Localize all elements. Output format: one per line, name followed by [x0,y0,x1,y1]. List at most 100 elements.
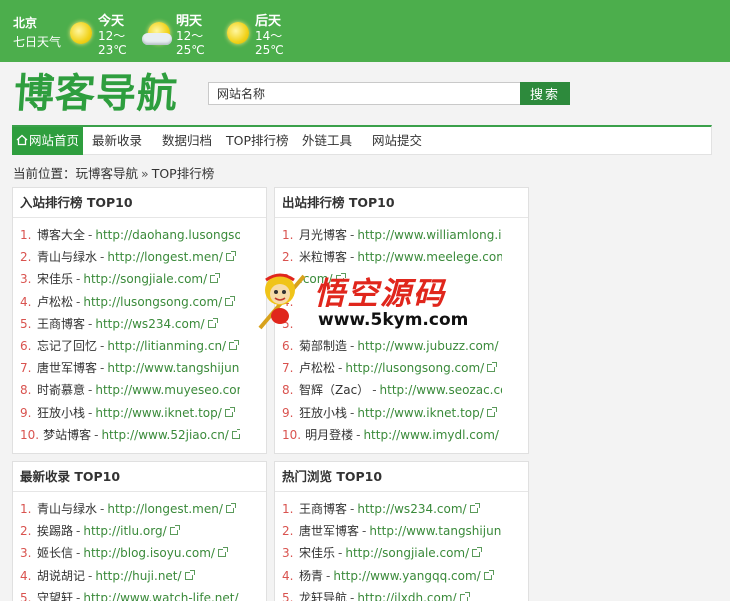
external-link-icon[interactable] [486,406,497,417]
external-link-icon[interactable] [483,569,494,580]
site-name-link[interactable]: 青山与绿水 [37,250,97,264]
site-url-link[interactable]: http://lusongsong.com/ [345,361,484,375]
watermark-site: www.5kym.com [318,310,469,330]
site-url-link[interactable]: http://www.iknet.top/ [95,406,221,420]
site-name-link[interactable]: 明月登楼 [305,428,353,442]
site-url-link[interactable]: http://www.52jiao.cn/ [101,428,228,442]
nav-home[interactable]: 网站首页 [12,127,84,155]
site-name-link[interactable]: 姬长信 [37,546,73,560]
site-name-link[interactable]: 杨青 [299,569,323,583]
site-url-link[interactable]: http://ilxdh.com/ [357,591,456,601]
site-url-link[interactable]: http://songjiale.com/ [83,272,207,286]
list-item: 5. 守望轩 - http://www.watch-life.net/ [20,587,240,601]
external-link-icon[interactable] [487,362,498,373]
site-name-link[interactable]: 狂放小栈 [299,406,347,420]
site-name-link[interactable]: 龙轩导航 [299,591,347,601]
site-name-link[interactable]: 守望轩 [37,591,73,601]
site-name-link[interactable]: 胡说胡记 [37,569,85,583]
site-url-link[interactable]: http://daohang.lusongsong.com/ [95,228,240,242]
site-url-link[interactable]: http://www.seozac.com/ [380,383,502,397]
breadcrumb-home[interactable]: 玩博客导航 [76,166,139,181]
site-url-link[interactable]: http://www.watch-life.net/ [83,591,238,601]
site-url-link[interactable]: http://blog.isoyu.com/ [83,546,215,560]
list-item: 4. 杨青 - http://www.yangqq.com/ [282,565,502,587]
nav-latest[interactable]: 最新收录 [92,127,142,155]
site-name-link[interactable]: 时嵛慕意 [37,383,85,397]
site-url-link[interactable]: http://www.imydl.com/ [363,428,498,442]
site-name-link[interactable]: 青山与绿水 [37,502,97,516]
site-name-link[interactable]: 梦站博客 [43,428,91,442]
site-url-link[interactable]: http://www.williamlong.info/ [357,228,502,242]
site-url-link[interactable]: http://ws234.com/ [357,502,466,516]
nav-top-rank[interactable]: TOP排行榜 [226,127,289,155]
external-link-icon[interactable] [184,569,195,580]
site-name-link[interactable]: 挨踢路 [37,524,73,538]
site-name-link[interactable]: 唐世军博客 [37,361,97,375]
site-name-link[interactable]: 狂放小栈 [37,406,85,420]
external-link-icon[interactable] [217,547,228,558]
site-name-link[interactable]: 宋佳乐 [299,546,335,560]
site-url-link[interactable]: http://longest.men/ [107,502,223,516]
rank-number: 6. [20,338,32,353]
site-url-link[interactable]: http://www.muyeseo.com/ [95,383,240,397]
weather-day-label: 后天 [255,14,282,29]
site-name-link[interactable]: 智辉（Zac） [299,383,369,397]
search-input[interactable] [208,82,521,105]
site-name-link[interactable]: 月光博客 [299,228,347,242]
site-name-link[interactable]: 博客大全 [37,228,85,242]
site-url-link[interactable]: http://lusongsong.com/ [83,295,222,309]
external-link-icon[interactable] [469,503,480,513]
site-url-link[interactable]: http://songjiale.com/ [345,546,469,560]
separator-dash: - [76,590,81,601]
sun-icon [225,20,251,46]
external-link-icon[interactable] [225,503,236,513]
site-name-link[interactable]: 唐世军博客 [299,524,359,538]
site-url-link[interactable]: http://www.yangqq.com/ [333,569,480,583]
site-name-link[interactable]: 宋佳乐 [37,272,73,286]
separator-dash: - [88,316,93,331]
separator-dash: - [100,502,105,516]
site-url-link[interactable]: http://longest.men/ [107,250,223,264]
site-name-link[interactable]: 王商博客 [37,317,85,331]
external-link-icon[interactable] [225,295,236,306]
external-link-icon[interactable] [224,406,235,417]
rank-number: 9. [20,405,32,420]
list-item: 7. 卢松松 - http://lusongsong.com/ [282,357,502,379]
list-item: 9. 狂放小栈 - http://www.iknet.top/ [20,402,240,424]
external-link-icon[interactable] [225,251,236,262]
external-link-icon[interactable] [169,525,180,536]
external-link-icon[interactable] [210,273,221,284]
nav-submit[interactable]: 网站提交 [372,127,422,155]
site-url-link[interactable]: http://ws234.com/ [95,317,204,331]
city-name: 北京 [13,16,38,30]
rank-number: 4. [282,568,294,583]
rank-number: 1. [20,228,32,242]
rank-number: 7. [20,361,32,376]
site-url-link[interactable]: http://litianming.cn/ [107,339,226,353]
site-logo[interactable]: 博客导航 [12,70,179,118]
external-link-icon[interactable] [472,547,483,558]
site-name-link[interactable]: 忘记了回忆 [37,339,97,353]
rank-number: 1. [20,502,32,516]
site-url-link[interactable]: http://www.tangshijun.cc/ [107,361,240,375]
nav-link-tools[interactable]: 外链工具 [302,127,352,155]
external-link-icon[interactable] [207,317,218,328]
search-button[interactable]: 搜索 [520,82,570,105]
external-link-icon[interactable] [229,339,240,350]
list-item: 1. 月光博客-http://www.williamlong.info/ [282,224,502,246]
weather-city[interactable]: 北京 七日天气 [13,14,61,52]
list-item: 8. 智辉（Zac）-http://www.seozac.com/ [282,379,502,401]
nav-archive[interactable]: 数据归档 [162,127,212,155]
separator-dash: - [88,228,93,242]
panel-hot: 热门浏览 TOP10 1. 王商博客 - http://ws234.com/2. 唐世军… [274,461,529,601]
weather-low: 12～ [176,29,204,43]
site-url-link[interactable]: http://www.tangshijun.cc/ [369,524,502,538]
site-name-link[interactable]: 王商博客 [299,502,347,516]
site-url-link[interactable]: http://itlu.org/ [83,524,166,538]
site-url-link[interactable]: http://www.iknet.top/ [357,406,483,420]
external-link-icon[interactable] [231,428,240,439]
external-link-icon[interactable] [459,591,470,601]
site-name-link[interactable]: 卢松松 [37,295,73,309]
site-url-link[interactable]: http://huji.net/ [95,569,181,583]
site-name-link[interactable]: 卢松松 [299,361,335,375]
